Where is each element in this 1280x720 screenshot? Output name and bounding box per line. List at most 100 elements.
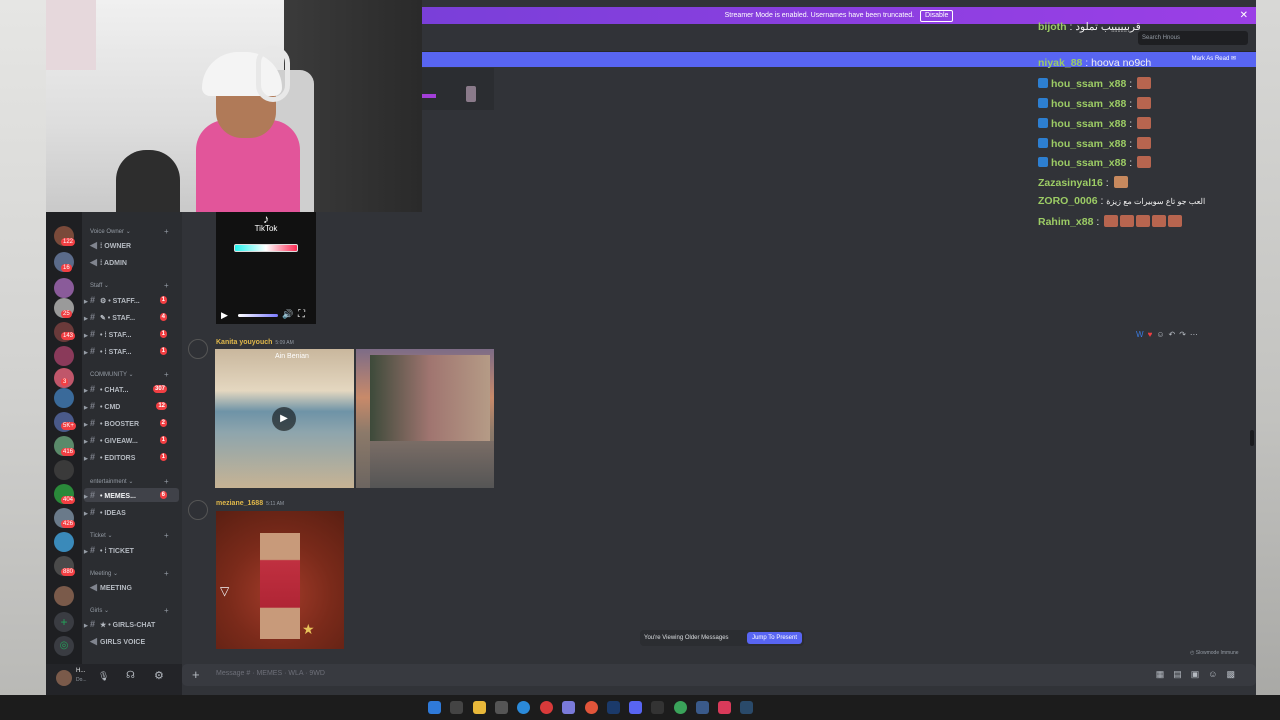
hash-icon: # (90, 384, 96, 394)
store-icon[interactable] (495, 701, 508, 714)
category-girls[interactable]: Girls ⌄ + (90, 606, 169, 615)
steam-icon[interactable] (740, 701, 753, 714)
badge-icon (1038, 157, 1048, 167)
category-entertainment[interactable]: entertainment ⌄ + (90, 477, 169, 486)
add-server-icon[interactable]: + (54, 612, 74, 632)
emote-icon (1137, 137, 1152, 149)
server-icon[interactable] (54, 388, 74, 408)
channel-girls-chat[interactable]: ▶ # ★ • GIRLS-CHAT (84, 617, 179, 631)
gif-icon[interactable]: ▤ (1173, 669, 1191, 679)
video-overlay-text: Ain Benian (275, 353, 309, 360)
channel-memes[interactable]: ▶ # • MEMES... 6 (84, 488, 179, 502)
channel-ideas[interactable]: ▶ # • IDEAS (84, 505, 179, 519)
image-attachment[interactable] (356, 349, 494, 488)
apps-icon[interactable]: ▩ (1226, 669, 1244, 679)
hash-icon: # (90, 619, 96, 629)
speaker-icon: ◀ (90, 257, 97, 267)
channel-staff-1[interactable]: ▶ # ⚙ • STAFF... 1 (84, 293, 179, 307)
obs-icon[interactable] (718, 701, 731, 714)
channel-chat[interactable]: ▶ # • CHAT... 307 (84, 382, 179, 396)
gear-icon[interactable]: ⚙ (154, 669, 164, 682)
heart-icon[interactable]: ♥ (1148, 330, 1157, 339)
forward-icon[interactable]: ↷ (1179, 330, 1190, 339)
channel-staff-4[interactable]: ▶ # • ⁞ STAF... 1 (84, 344, 179, 358)
desktop-background-left (0, 0, 46, 695)
server-icon[interactable] (54, 278, 74, 298)
folder-icon[interactable] (473, 701, 486, 714)
category-voice-owner[interactable]: Voice Owner ⌄ + (90, 227, 169, 236)
channel-editors[interactable]: ▶ # • EDITORS 1 (84, 450, 179, 464)
avatar[interactable] (188, 339, 208, 359)
discord-icon[interactable] (629, 701, 642, 714)
tiktok-video-embed[interactable]: ♪ TikTok ▶ 🔊 ⛶ (216, 212, 316, 324)
message-input[interactable]: Message # · MEMES · WLA · 9WD (216, 670, 325, 677)
user-status: Do... (76, 677, 87, 683)
disable-streamer-mode-button[interactable]: Disable (920, 10, 954, 22)
image-attachment[interactable]: ★ (216, 511, 344, 649)
chat-line: hou_ssam_x88 : (1038, 117, 1152, 130)
category-meeting[interactable]: Meeting ⌄ + (90, 569, 169, 578)
voice-channel-girls-voice[interactable]: ◀ GIRLS VOICE (84, 634, 179, 648)
emote-icon (1137, 77, 1152, 89)
video-progress-bar[interactable] (238, 314, 278, 317)
app-icon[interactable] (562, 701, 575, 714)
channel-staff-3[interactable]: ▶ # • ⁞ STAF... 1 (84, 327, 179, 341)
video-attachment[interactable]: Ain Benian ▶ (215, 349, 354, 488)
channel-ticket[interactable]: ▶ # • ⁞ TICKET (84, 543, 179, 557)
scrollbar-thumb[interactable] (1250, 430, 1254, 446)
server-icon[interactable] (54, 586, 74, 606)
microphone-icon[interactable]: 🎙 (98, 671, 109, 682)
add-attachment-icon[interactable]: + (192, 667, 200, 682)
photoshop-icon[interactable] (607, 701, 620, 714)
play-icon[interactable]: ▶ (272, 407, 296, 431)
volume-icon[interactable]: 🔊 (282, 309, 293, 320)
badge-icon (1038, 98, 1048, 108)
start-icon[interactable] (428, 701, 441, 714)
channel-cmd[interactable]: ▶ # • CMD 12 (84, 399, 179, 413)
channel-staff-2[interactable]: ▶ # ✎ • STAF... 4 (84, 310, 179, 324)
category-staff[interactable]: Staff ⌄ + (90, 281, 169, 290)
avatar[interactable] (188, 500, 208, 520)
play-icon[interactable]: ▶ (221, 310, 228, 321)
embed-thumbnail[interactable] (422, 68, 494, 110)
gift-icon[interactable]: ▦ (1156, 669, 1174, 679)
message-author[interactable]: meziane_1688 5:11 AM (216, 500, 284, 507)
tiktok-label: TikTok (254, 224, 278, 233)
category-ticket[interactable]: Ticket ⌄ + (90, 531, 169, 540)
add-channel-icon: + (164, 531, 169, 540)
star-icon: ★ (302, 621, 315, 637)
send-icon[interactable]: ▽ (220, 584, 229, 598)
avatar[interactable] (56, 670, 72, 686)
voice-channel-admin[interactable]: ◀ ⁞ ADMIN (84, 255, 179, 269)
app-icon[interactable] (651, 701, 664, 714)
fullscreen-icon[interactable]: ⛶ (298, 309, 305, 320)
more-icon[interactable]: ⋯ (1190, 330, 1202, 339)
channel-booster[interactable]: ▶ # • BOOSTER 2 (84, 416, 179, 430)
server-icon[interactable] (54, 532, 74, 552)
message-author[interactable]: Kanita youyouch 5:09 AM (216, 339, 294, 346)
jump-to-present-button[interactable]: Jump To Present (747, 632, 802, 644)
channel-giveaway[interactable]: ▶ # • GIVEAW... 1 (84, 433, 179, 447)
headphones-icon[interactable]: ☊ (126, 670, 135, 681)
emoji-icon[interactable]: ☺ (1156, 330, 1168, 339)
server-icon[interactable] (54, 346, 74, 366)
sticker-icon[interactable]: ▣ (1191, 669, 1209, 679)
opera-icon[interactable] (540, 701, 553, 714)
emote-icon (1137, 97, 1152, 109)
word-icon[interactable]: W (1136, 330, 1148, 339)
app-icon[interactable] (696, 701, 709, 714)
explore-icon[interactable]: ◎ (54, 636, 74, 656)
unread-badge: 307 (152, 385, 167, 393)
category-community[interactable]: COMMUNITY ⌄ + (90, 370, 169, 379)
emoji-icon[interactable]: ☺ (1208, 669, 1226, 679)
server-icon[interactable] (54, 460, 74, 480)
reply-icon[interactable]: ↶ (1168, 330, 1179, 339)
search-icon[interactable] (450, 701, 463, 714)
viewing-older-messages-bar: You're Viewing Older Messages Jump To Pr… (640, 630, 804, 646)
edge-icon[interactable] (517, 701, 530, 714)
chrome-icon[interactable] (585, 701, 598, 714)
app-icon[interactable] (674, 701, 687, 714)
hash-icon: # (90, 329, 96, 339)
voice-channel-meeting[interactable]: ◀ MEETING (84, 580, 179, 594)
voice-channel-owner[interactable]: ◀ ⁞ OWNER (84, 238, 179, 252)
